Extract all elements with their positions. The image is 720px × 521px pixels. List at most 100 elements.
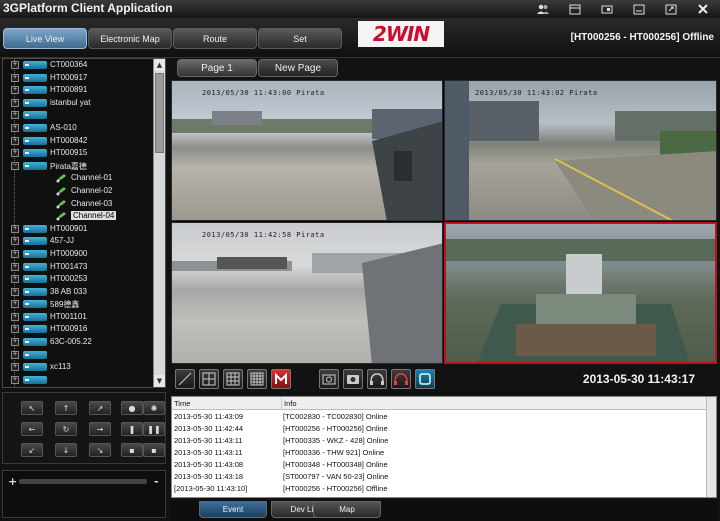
expand-icon[interactable]: + <box>11 149 19 158</box>
event-log-row[interactable]: 2013-05-30 11:42:44 [HT000256 - HT000256]… <box>172 423 706 435</box>
ptz-up-right-icon[interactable]: ↗ <box>89 401 111 415</box>
tree-device-item[interactable]: + <box>3 349 153 362</box>
tree-device-item[interactable]: + HT000891 <box>3 84 153 97</box>
minimize-icon[interactable] <box>628 2 650 16</box>
ptz-up-left-icon[interactable]: ↖ <box>21 401 43 415</box>
video-cell-channel-01[interactable]: 2013/05/30 11:43:00 Pirata <box>171 80 443 221</box>
expand-icon[interactable]: + <box>11 237 19 246</box>
column-header-info[interactable]: Info <box>281 397 297 410</box>
event-log-row[interactable]: 2013-05-30 11:43:11 [HT000336 - THW 921] … <box>172 447 706 459</box>
layout-4x4-icon[interactable] <box>247 369 267 389</box>
ptz-down-right-icon[interactable]: ↘ <box>89 443 111 457</box>
tree-device-item[interactable]: + HT000901 <box>3 223 153 236</box>
tree-device-item[interactable]: + HT001473 <box>3 261 153 274</box>
expand-icon[interactable]: + <box>11 262 19 271</box>
video-cell-channel-03[interactable]: 2013/05/30 11:42:58 Pirata <box>171 222 443 364</box>
zoom-minus-button[interactable]: - <box>154 475 159 488</box>
expand-icon[interactable]: + <box>11 249 19 258</box>
record-mark-icon[interactable] <box>271 369 291 389</box>
tree-device-item[interactable]: + AS-010 <box>3 122 153 135</box>
window-restore-icon[interactable] <box>596 2 618 16</box>
video-cell-channel-04[interactable] <box>444 222 717 364</box>
maximize-icon[interactable] <box>660 2 682 16</box>
expand-icon[interactable]: + <box>11 363 19 372</box>
tree-device-item[interactable]: +38 AB 033 <box>3 286 153 299</box>
nav-route[interactable]: Route <box>173 28 257 49</box>
tree-device-item[interactable]: + HT000842 <box>3 135 153 148</box>
tree-device-item[interactable]: + HT000916 <box>3 323 153 336</box>
layout-3x3-icon[interactable] <box>223 369 243 389</box>
expand-icon[interactable]: + <box>11 350 19 359</box>
tree-device-item[interactable]: + xc113 <box>3 361 153 374</box>
tree-device-item[interactable]: + HT001101 <box>3 311 153 324</box>
event-log-row[interactable]: 2013-05-30 11:43:09 [TC002830 - TC002830]… <box>172 411 706 423</box>
tab-event[interactable]: Event <box>199 501 267 518</box>
snapshot-icon[interactable] <box>319 369 339 389</box>
expand-icon[interactable]: + <box>11 375 19 384</box>
tree-channel-item[interactable]: Channel-02 <box>3 185 153 198</box>
tree-device-item[interactable]: + istanbul yat <box>3 97 153 110</box>
tree-channel-item[interactable]: Channel-03 <box>3 198 153 211</box>
expand-icon[interactable]: + <box>11 312 19 321</box>
expand-icon[interactable]: + <box>11 338 19 347</box>
tree-device-item[interactable]: +457-JJ <box>3 235 153 248</box>
ptz-focus-icon[interactable]: ✺ <box>143 401 165 415</box>
tree-device-item[interactable]: +63C-005.22 <box>3 336 153 349</box>
layout-1x1-icon[interactable] <box>175 369 195 389</box>
users-icon[interactable] <box>532 2 554 16</box>
column-header-time[interactable]: Time <box>174 399 190 408</box>
ptz-light-icon[interactable]: ❚ <box>121 422 143 436</box>
event-log-row[interactable]: [2013-05-30 11:43:10] [HT000256 - HT00025… <box>172 483 706 495</box>
ptz-reset-icon[interactable]: ↻ <box>55 422 77 436</box>
ptz-left-icon[interactable]: ← <box>21 422 43 436</box>
ptz-aux2-icon[interactable]: ▪ <box>143 443 165 457</box>
ptz-up-icon[interactable]: ↑ <box>55 401 77 415</box>
tree-device-item[interactable]: + <box>3 109 153 122</box>
event-log-row[interactable]: 2013-05-30 11:43:11 [HT000335 - WKZ - 428… <box>172 435 706 447</box>
tree-channel-item[interactable]: Channel-04 <box>3 210 153 223</box>
tree-scroll-thumb[interactable] <box>155 73 164 153</box>
collapse-icon[interactable]: − <box>11 161 19 170</box>
layout-2x2-icon[interactable] <box>199 369 219 389</box>
fullscreen-icon[interactable] <box>415 369 435 389</box>
video-cell-channel-02[interactable]: 2013/05/30 11:43:02 Pirata <box>444 80 717 221</box>
expand-icon[interactable]: + <box>11 287 19 296</box>
nav-electronic-map[interactable]: Electronic Map <box>88 28 172 49</box>
ptz-wiper-icon[interactable]: ❚❚ <box>143 422 165 436</box>
tab-page-1[interactable]: Page 1 <box>177 59 257 77</box>
monitor-icon[interactable] <box>391 369 411 389</box>
event-log-row[interactable]: 2013-05-30 11:43:08 [HT000348 - HT000348]… <box>172 459 706 471</box>
event-log-scrollbar[interactable] <box>706 397 716 497</box>
talk-icon[interactable] <box>367 369 387 389</box>
tab-new-page[interactable]: New Page <box>258 59 338 77</box>
expand-icon[interactable]: + <box>11 86 19 95</box>
scroll-down-arrow-icon[interactable]: ▼ <box>154 375 165 387</box>
expand-icon[interactable]: + <box>11 275 19 284</box>
zoom-plus-button[interactable]: + <box>8 475 17 488</box>
tree-device-item[interactable]: + HT000915 <box>3 147 153 160</box>
nav-live-view[interactable]: Live View <box>3 28 87 49</box>
expand-icon[interactable]: + <box>11 111 19 120</box>
tree-device-item[interactable]: − Pirata嘉德 <box>3 160 153 173</box>
tree-device-item[interactable]: +589德鑫 <box>3 298 153 311</box>
expand-icon[interactable]: + <box>11 300 19 309</box>
close-icon[interactable] <box>692 2 714 16</box>
zoom-slider[interactable] <box>19 479 147 484</box>
ptz-right-icon[interactable]: → <box>89 422 111 436</box>
tree-device-item[interactable]: + CT000364 <box>3 59 153 72</box>
ptz-down-left-icon[interactable]: ↙ <box>21 443 43 457</box>
expand-icon[interactable]: + <box>11 73 19 82</box>
tree-device-item[interactable]: + HT000900 <box>3 248 153 261</box>
tree-channel-item[interactable]: Channel-01 <box>3 172 153 185</box>
tab-map[interactable]: Map <box>313 501 381 518</box>
expand-icon[interactable]: + <box>11 136 19 145</box>
event-log-row[interactable]: 2013-05-30 11:43:18 [ST000797 - VAN 50-23… <box>172 471 706 483</box>
ptz-down-icon[interactable]: ↓ <box>55 443 77 457</box>
expand-icon[interactable]: + <box>11 98 19 107</box>
tree-device-item[interactable]: + HT000917 <box>3 72 153 85</box>
ptz-zoom-in-icon[interactable]: ● <box>121 401 143 415</box>
expand-icon[interactable]: + <box>11 224 19 233</box>
expand-icon[interactable]: + <box>11 325 19 334</box>
tree-device-item[interactable]: + HT000253 <box>3 273 153 286</box>
tree-scrollbar[interactable]: ▲ ▼ <box>153 59 165 387</box>
